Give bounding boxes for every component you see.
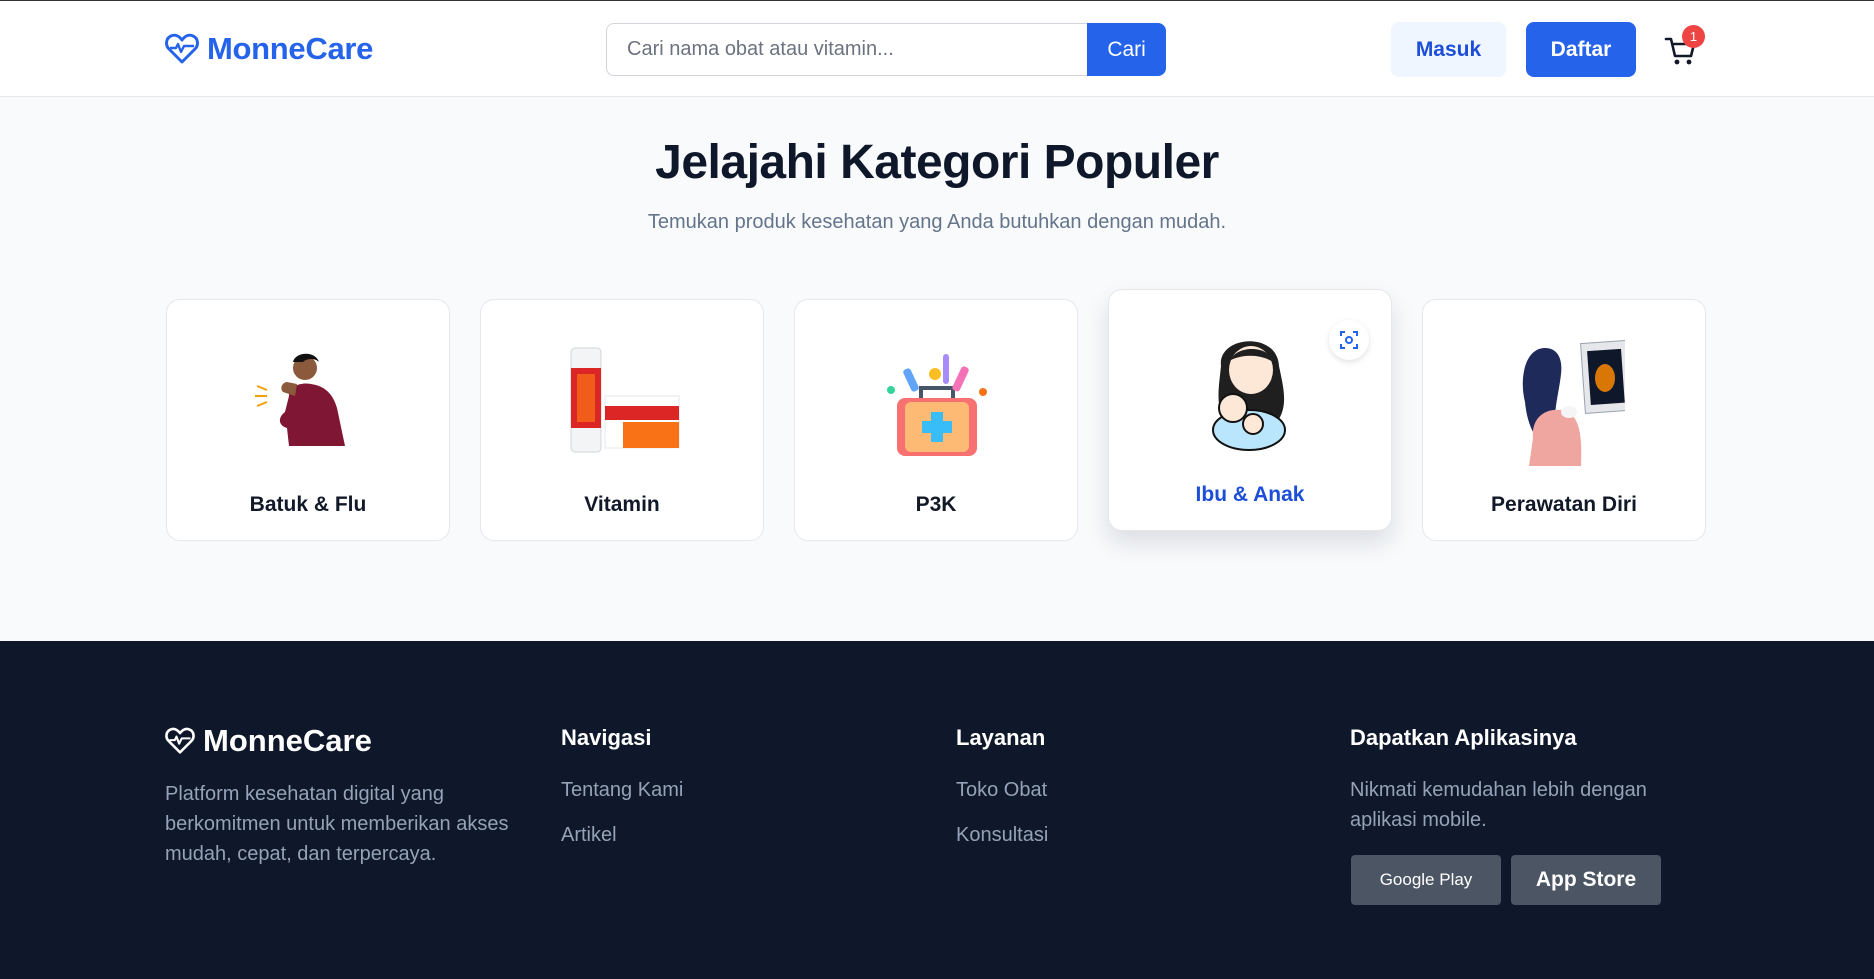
brand-name: MonneCare bbox=[207, 31, 374, 66]
footer-link-konsultasi[interactable]: Konsultasi bbox=[956, 824, 1048, 847]
scan-icon bbox=[1340, 331, 1358, 349]
section-subtitle: Temukan produk kesehatan yang Anda butuh… bbox=[647, 211, 1227, 233]
category-label: Ibu & Anak bbox=[1195, 483, 1305, 506]
category-card-vitamin[interactable]: Vitamin bbox=[480, 299, 764, 541]
category-label: Perawatan Diri bbox=[1491, 493, 1637, 516]
app-store-button[interactable]: App Store bbox=[1511, 855, 1661, 905]
search-button[interactable]: Cari bbox=[1087, 23, 1166, 76]
footer-description: Platform kesehatan digital yang berkomit… bbox=[165, 783, 509, 865]
google-play-button[interactable]: Google Play bbox=[1351, 855, 1501, 905]
category-label: P3K bbox=[915, 493, 957, 516]
footer-link-toko-obat[interactable]: Toko Obat bbox=[956, 779, 1047, 802]
search-bar: Cari bbox=[606, 23, 1166, 76]
cart-count-badge: 1 bbox=[1682, 25, 1705, 48]
first-aid-kit-illustration bbox=[887, 354, 987, 456]
category-card-ibu-anak[interactable]: Ibu & Anak bbox=[1108, 289, 1392, 531]
register-button[interactable]: Daftar bbox=[1526, 22, 1636, 77]
category-label: Batuk & Flu bbox=[249, 493, 367, 516]
category-card-perawatan-diri[interactable]: Perawatan Diri bbox=[1422, 299, 1706, 541]
footer-link-tentang-kami[interactable]: Tentang Kami bbox=[561, 779, 683, 802]
footer-app-title: Dapatkan Aplikasinya bbox=[1350, 725, 1577, 750]
footer-brand-name: MonneCare bbox=[203, 723, 372, 758]
site-header: MonneCare Cari Masuk Daftar 1 bbox=[0, 0, 1874, 97]
login-button[interactable]: Masuk bbox=[1391, 22, 1506, 77]
footer-nav-title: Navigasi bbox=[561, 725, 652, 750]
site-footer: MonneCare Platform kesehatan digital yan… bbox=[0, 641, 1874, 979]
section-title: Jelajahi Kategori Populer bbox=[655, 136, 1219, 189]
brand-logo[interactable]: MonneCare bbox=[165, 31, 373, 67]
search-input[interactable] bbox=[606, 23, 1088, 76]
heart-pulse-icon bbox=[165, 33, 199, 64]
focus-scan-button[interactable] bbox=[1329, 320, 1369, 360]
heart-pulse-icon bbox=[165, 727, 195, 754]
footer-brand-logo[interactable]: MonneCare bbox=[165, 723, 372, 759]
footer-link-artikel[interactable]: Artikel bbox=[561, 824, 617, 847]
vitamin-product-illustration bbox=[570, 347, 680, 453]
mother-and-baby-illustration bbox=[1212, 341, 1286, 451]
category-card-p3k[interactable]: P3K bbox=[794, 299, 1078, 541]
coughing-person-illustration bbox=[255, 353, 345, 446]
footer-app-description: Nikmati kemudahan lebih dengan aplikasi … bbox=[1350, 779, 1647, 831]
category-label: Vitamin bbox=[584, 493, 660, 516]
category-card-batuk-flu[interactable]: Batuk & Flu bbox=[166, 299, 450, 541]
self-care-woman-illustration bbox=[1522, 339, 1625, 466]
footer-services-title: Layanan bbox=[956, 725, 1046, 750]
